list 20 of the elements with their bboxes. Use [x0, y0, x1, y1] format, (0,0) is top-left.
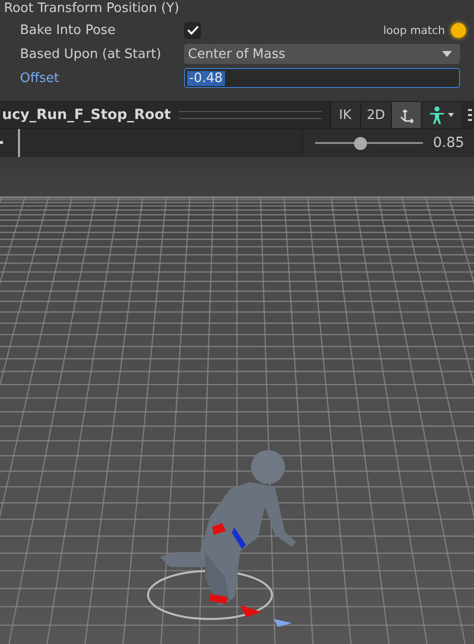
toolbar-button[interactable]: 2D	[360, 102, 391, 128]
field-label: Offset	[20, 70, 60, 86]
avatar-figure-icon	[428, 106, 456, 124]
offset-input-field[interactable]: -0.48	[184, 68, 460, 88]
pivot-button[interactable]	[391, 102, 421, 128]
avatar-button[interactable]	[421, 102, 462, 128]
toolbar-button[interactable]: IK	[330, 102, 360, 128]
drag-grip-icon	[178, 111, 322, 119]
axes-icon	[398, 107, 414, 123]
loop-match-label: loop match	[383, 24, 445, 36]
based-upon-dropdown[interactable]: Center of Mass	[184, 44, 460, 64]
field-label: Bake Into Pose	[20, 22, 116, 38]
speed-value: 0.85	[433, 135, 464, 151]
clip-name: ucy_Run_F_Stop_Root	[2, 107, 171, 123]
field-label: Based Upon (at Start)	[20, 46, 162, 62]
caret-icon	[442, 51, 452, 57]
slider-thumb[interactable]	[354, 136, 368, 150]
checkbox[interactable]	[184, 22, 201, 38]
menu-icon[interactable]	[468, 108, 472, 122]
section-title: Root Transform Position (Y)	[4, 0, 180, 18]
